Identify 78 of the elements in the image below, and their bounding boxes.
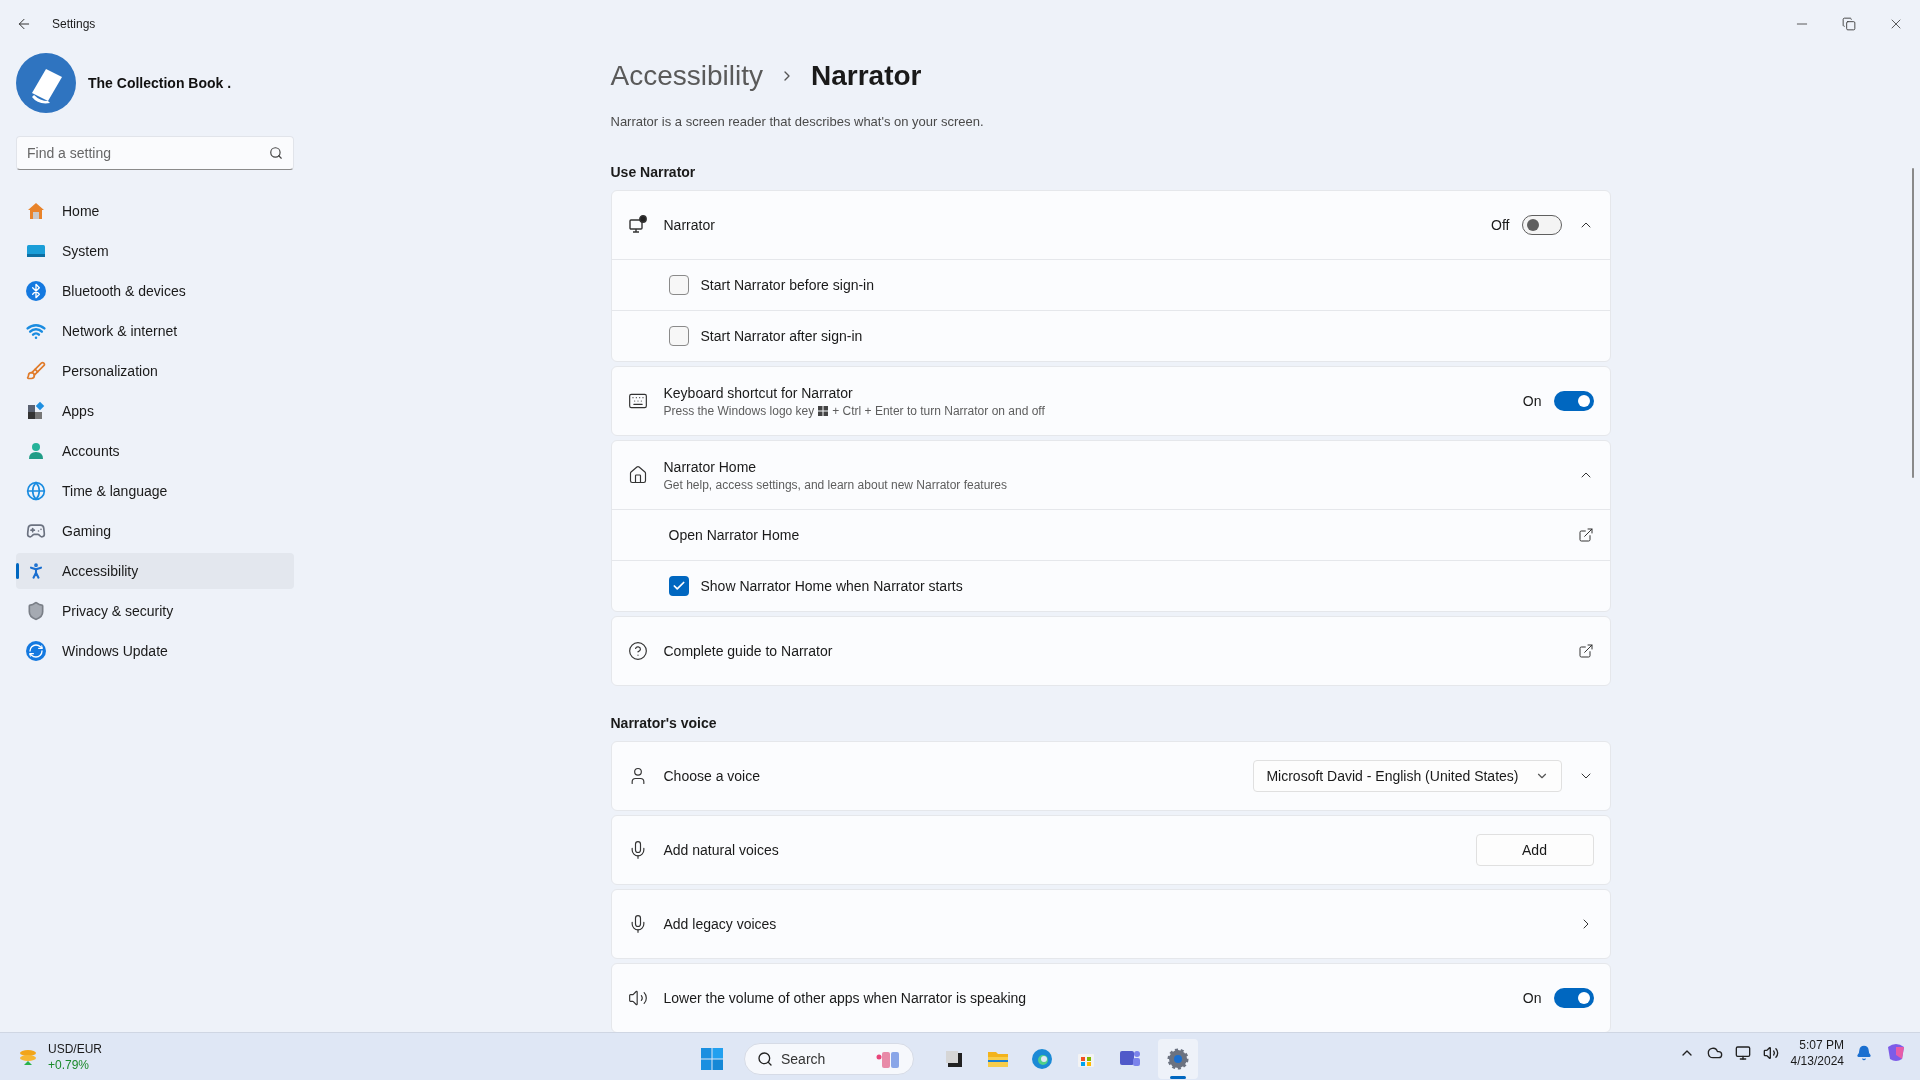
house-icon bbox=[627, 464, 648, 485]
external-link-icon[interactable] bbox=[1577, 642, 1594, 659]
taskbar-search-field[interactable]: Search bbox=[744, 1043, 914, 1075]
toggle-state-label: On bbox=[1522, 988, 1542, 1008]
house-icon bbox=[26, 201, 46, 221]
checkbox[interactable] bbox=[668, 575, 689, 596]
checkbox-label: Start Narrator before sign-in bbox=[700, 275, 876, 295]
widget-title: USD/EUR bbox=[48, 1040, 102, 1057]
cloud-icon[interactable] bbox=[1706, 1045, 1723, 1061]
toggle-switch[interactable] bbox=[1521, 214, 1562, 235]
toggle-state-label: On bbox=[1522, 391, 1542, 411]
section-heading: Narrator's voice bbox=[610, 713, 718, 733]
back-icon[interactable] bbox=[16, 16, 32, 32]
setting-title: Add legacy voices bbox=[663, 914, 778, 934]
narrator-icon bbox=[627, 214, 648, 235]
checkbox-label: Start Narrator after sign-in bbox=[700, 326, 864, 346]
shield-icon bbox=[26, 601, 46, 621]
nav-item[interactable]: Accounts bbox=[16, 433, 294, 469]
nav-item[interactable]: Bluetooth & devices bbox=[16, 273, 294, 309]
search-icon bbox=[269, 146, 283, 160]
setting-description: Get help, access settings, and learn about new Narrator features bbox=[663, 476, 1009, 493]
find-setting-field[interactable]: Find a setting bbox=[16, 136, 294, 170]
bell-icon[interactable] bbox=[1856, 1045, 1872, 1061]
page-description: Narrator is a screen reader that describes what's on your screen. bbox=[610, 113, 985, 131]
toggle-state-label: Off bbox=[1491, 215, 1510, 235]
apps-icon bbox=[26, 401, 46, 421]
help-icon bbox=[627, 640, 648, 661]
nav-item[interactable]: Gaming bbox=[16, 513, 294, 549]
settings-taskbar-button[interactable] bbox=[1158, 1039, 1198, 1079]
windows-logo-icon bbox=[818, 405, 829, 416]
toggle-switch[interactable] bbox=[1553, 987, 1594, 1008]
restore-icon[interactable] bbox=[1842, 17, 1856, 31]
setting-title: Lower the volume of other apps when Narrator is speaking bbox=[663, 988, 1028, 1008]
nav-item[interactable]: Windows Update bbox=[16, 633, 294, 669]
network-icon[interactable] bbox=[1734, 1045, 1751, 1061]
link-row-label[interactable]: Open Narrator Home bbox=[668, 524, 1566, 545]
search-icon bbox=[757, 1051, 773, 1067]
setting-title: Choose a voice bbox=[663, 766, 761, 786]
volume-icon[interactable] bbox=[1762, 1045, 1779, 1061]
gamepad-icon bbox=[26, 521, 46, 541]
page-title: Narrator bbox=[811, 59, 922, 93]
checkbox[interactable] bbox=[668, 274, 689, 295]
scrollbar[interactable] bbox=[1911, 168, 1914, 478]
nav-item[interactable]: Apps bbox=[16, 393, 294, 429]
nav-item[interactable]: Home bbox=[16, 193, 294, 229]
checkbox-label: Show Narrator Home when Narrator starts bbox=[700, 576, 964, 596]
setting-description: Press the Windows logo key bbox=[663, 402, 815, 419]
setting-title: Narrator Home bbox=[663, 457, 758, 477]
section-heading: Use Narrator bbox=[610, 162, 697, 182]
person-icon bbox=[26, 441, 46, 461]
nav-item[interactable]: Personalization bbox=[16, 353, 294, 389]
brush-icon bbox=[26, 361, 46, 381]
update-icon bbox=[26, 641, 46, 661]
bluetooth-icon bbox=[26, 281, 46, 301]
setting-title: Complete guide to Narrator bbox=[663, 641, 834, 661]
nav-item[interactable]: Privacy & security bbox=[16, 593, 294, 629]
external-link-icon[interactable] bbox=[1577, 526, 1594, 543]
breadcrumb-parent[interactable]: Accessibility bbox=[610, 55, 763, 97]
voice-dropdown[interactable]: Microsoft David - English (United States) bbox=[1253, 759, 1562, 792]
checkbox[interactable] bbox=[668, 325, 689, 346]
toggle-switch[interactable] bbox=[1553, 390, 1594, 411]
clock[interactable]: 5:07 PM 4/13/2024 bbox=[1790, 1037, 1844, 1069]
gear-icon bbox=[1166, 1047, 1190, 1071]
nav-item[interactable]: System bbox=[16, 233, 294, 269]
setting-title: Keyboard shortcut for Narrator bbox=[663, 383, 854, 403]
window-title: Settings bbox=[52, 16, 96, 32]
nav-item[interactable]: Time & language bbox=[16, 473, 294, 509]
wifi-icon bbox=[26, 321, 46, 341]
widget-change: +0.79% bbox=[48, 1056, 91, 1073]
nav-item[interactable]: Accessibility bbox=[16, 553, 294, 589]
globe-clock-icon bbox=[26, 481, 46, 501]
nav-item[interactable]: Network & internet bbox=[16, 313, 294, 349]
add-button[interactable]: Add bbox=[1475, 833, 1594, 866]
profile-name: The Collection Book . bbox=[88, 73, 232, 93]
setting-description: + Ctrl + Enter to turn Narrator on and off bbox=[832, 402, 1045, 419]
start-icon[interactable] bbox=[700, 1047, 724, 1071]
setting-title: Narrator bbox=[663, 215, 716, 235]
setting-title: Add natural voices bbox=[663, 840, 780, 860]
